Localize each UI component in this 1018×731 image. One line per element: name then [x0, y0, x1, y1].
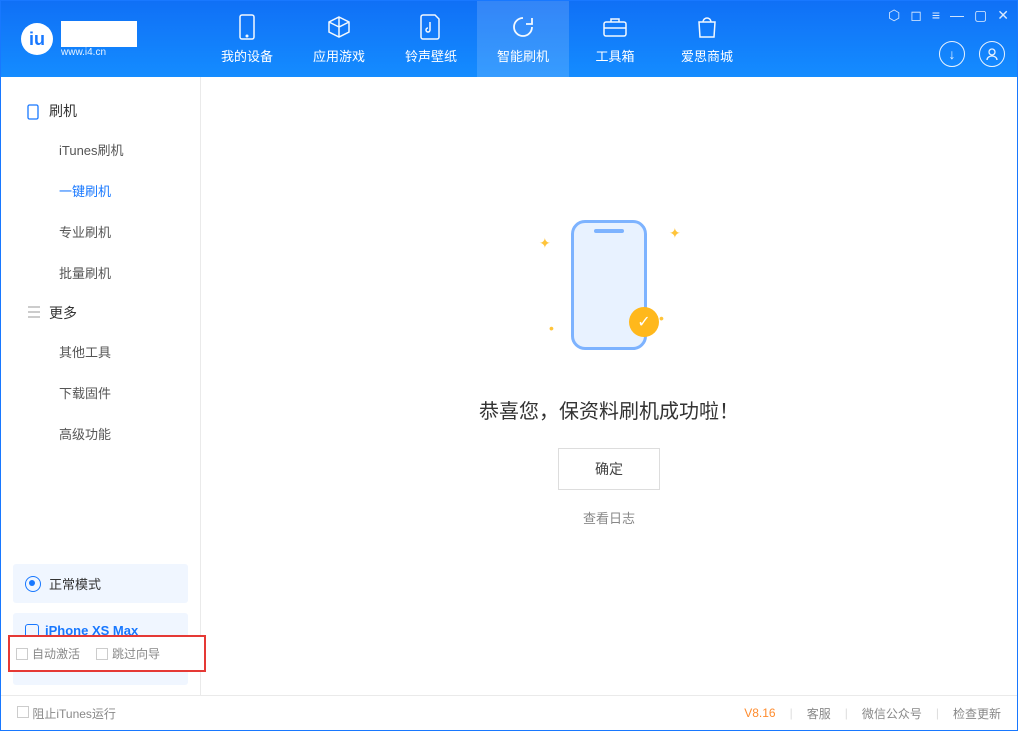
tab-toolbox[interactable]: 工具箱 [569, 1, 661, 77]
sidebar-item-advanced[interactable]: 高级功能 [1, 413, 200, 454]
checkbox-icon [17, 706, 29, 718]
sparkle-icon: ✦ [669, 225, 679, 235]
sidebar-item-firmware[interactable]: 下载固件 [1, 372, 200, 413]
tab-apps[interactable]: 应用游戏 [293, 1, 385, 77]
mode-card[interactable]: 正常模式 [13, 564, 188, 603]
checkbox-icon [16, 648, 28, 660]
shopping-bag-icon [694, 14, 720, 40]
app-site: www.i4.cn [61, 47, 137, 58]
phone-icon [234, 14, 260, 40]
logo-text: 爱思助手 www.i4.cn [61, 21, 137, 58]
sidebar-item-itunes[interactable]: iTunes刷机 [1, 129, 200, 170]
sidebar-group-flash: 刷机 [1, 91, 200, 129]
sparkle-icon: ✦ [539, 235, 549, 245]
sidebar-item-oneclick[interactable]: 一键刷机 [1, 170, 200, 211]
music-file-icon [418, 14, 444, 40]
maximize-icon[interactable]: ▢ [974, 7, 987, 24]
list-icon [27, 306, 41, 320]
sidebar-group-more: 更多 [1, 293, 200, 331]
sparkle-icon: • [549, 320, 559, 330]
tab-label: 我的设备 [221, 46, 273, 65]
footer-link-wechat[interactable]: 微信公众号 [862, 705, 922, 722]
sidebar-item-batch[interactable]: 批量刷机 [1, 252, 200, 293]
highlighted-options: 自动激活 跳过向导 [8, 635, 206, 672]
close-icon[interactable]: ✕ [997, 7, 1009, 24]
user-icon[interactable] [979, 41, 1005, 67]
logo-icon: iu [21, 23, 53, 55]
toolbox-icon [602, 14, 628, 40]
refresh-shield-icon [510, 14, 536, 40]
version-label: V8.16 [744, 706, 775, 720]
tab-store[interactable]: 爱思商城 [661, 1, 753, 77]
minimize-icon[interactable]: — [950, 7, 964, 24]
checkbox-stop-itunes[interactable]: 阻止iTunes运行 [17, 705, 116, 722]
header-actions: ↓ [939, 41, 1005, 67]
sidebar-item-other[interactable]: 其他工具 [1, 331, 200, 372]
success-illustration: ✦ ✦ • • ✓ [499, 205, 719, 365]
footer-bar: 阻止iTunes运行 V8.16 | 客服 | 微信公众号 | 检查更新 [1, 695, 1017, 730]
tab-ringtone[interactable]: 铃声壁纸 [385, 1, 477, 77]
checkbox-auto-activate[interactable]: 自动激活 [16, 645, 80, 662]
app-name: 爱思助手 [61, 21, 137, 47]
main-tabs: 我的设备 应用游戏 铃声壁纸 智能刷机 工具箱 爱思商城 [201, 1, 753, 77]
window-controls: ⬡ ◻ ≡ — ▢ ✕ [888, 7, 1009, 24]
tab-label: 爱思商城 [681, 46, 733, 65]
sidebar: 刷机 iTunes刷机 一键刷机 专业刷机 批量刷机 更多 其他工具 下载固件 … [1, 77, 201, 695]
success-message: 恭喜您，保资料刷机成功啦！ [479, 395, 739, 424]
footer-link-update[interactable]: 检查更新 [953, 705, 1001, 722]
main-content: ✦ ✦ • • ✓ 恭喜您，保资料刷机成功啦！ 确定 查看日志 [201, 77, 1017, 695]
checkbox-icon [96, 648, 108, 660]
mode-status-icon [25, 576, 41, 592]
sparkle-icon: • [659, 310, 669, 320]
group-title: 更多 [49, 303, 77, 323]
tab-label: 工具箱 [595, 46, 634, 65]
header-bar: iu 爱思助手 www.i4.cn 我的设备 应用游戏 铃声壁纸 智能刷机 工具… [1, 1, 1017, 77]
download-icon[interactable]: ↓ [939, 41, 965, 67]
tshirt-icon[interactable]: ⬡ [888, 7, 900, 24]
ok-button[interactable]: 确定 [558, 448, 660, 490]
phone-small-icon [27, 104, 41, 118]
mode-label: 正常模式 [49, 574, 101, 593]
tab-label: 应用游戏 [313, 46, 365, 65]
menu-icon[interactable]: ≡ [932, 7, 940, 24]
tab-flash[interactable]: 智能刷机 [477, 1, 569, 77]
checkmark-badge-icon: ✓ [629, 307, 659, 337]
checkbox-skip-guide[interactable]: 跳过向导 [96, 645, 160, 662]
cube-icon [326, 14, 352, 40]
tab-label: 铃声壁纸 [405, 46, 457, 65]
footer-link-support[interactable]: 客服 [807, 705, 831, 722]
feedback-icon[interactable]: ◻ [910, 7, 922, 24]
logo-area[interactable]: iu 爱思助手 www.i4.cn [1, 21, 201, 58]
tab-label: 智能刷机 [497, 46, 549, 65]
tab-device[interactable]: 我的设备 [201, 1, 293, 77]
view-log-link[interactable]: 查看日志 [583, 508, 635, 527]
group-title: 刷机 [49, 101, 77, 121]
sidebar-item-pro[interactable]: 专业刷机 [1, 211, 200, 252]
